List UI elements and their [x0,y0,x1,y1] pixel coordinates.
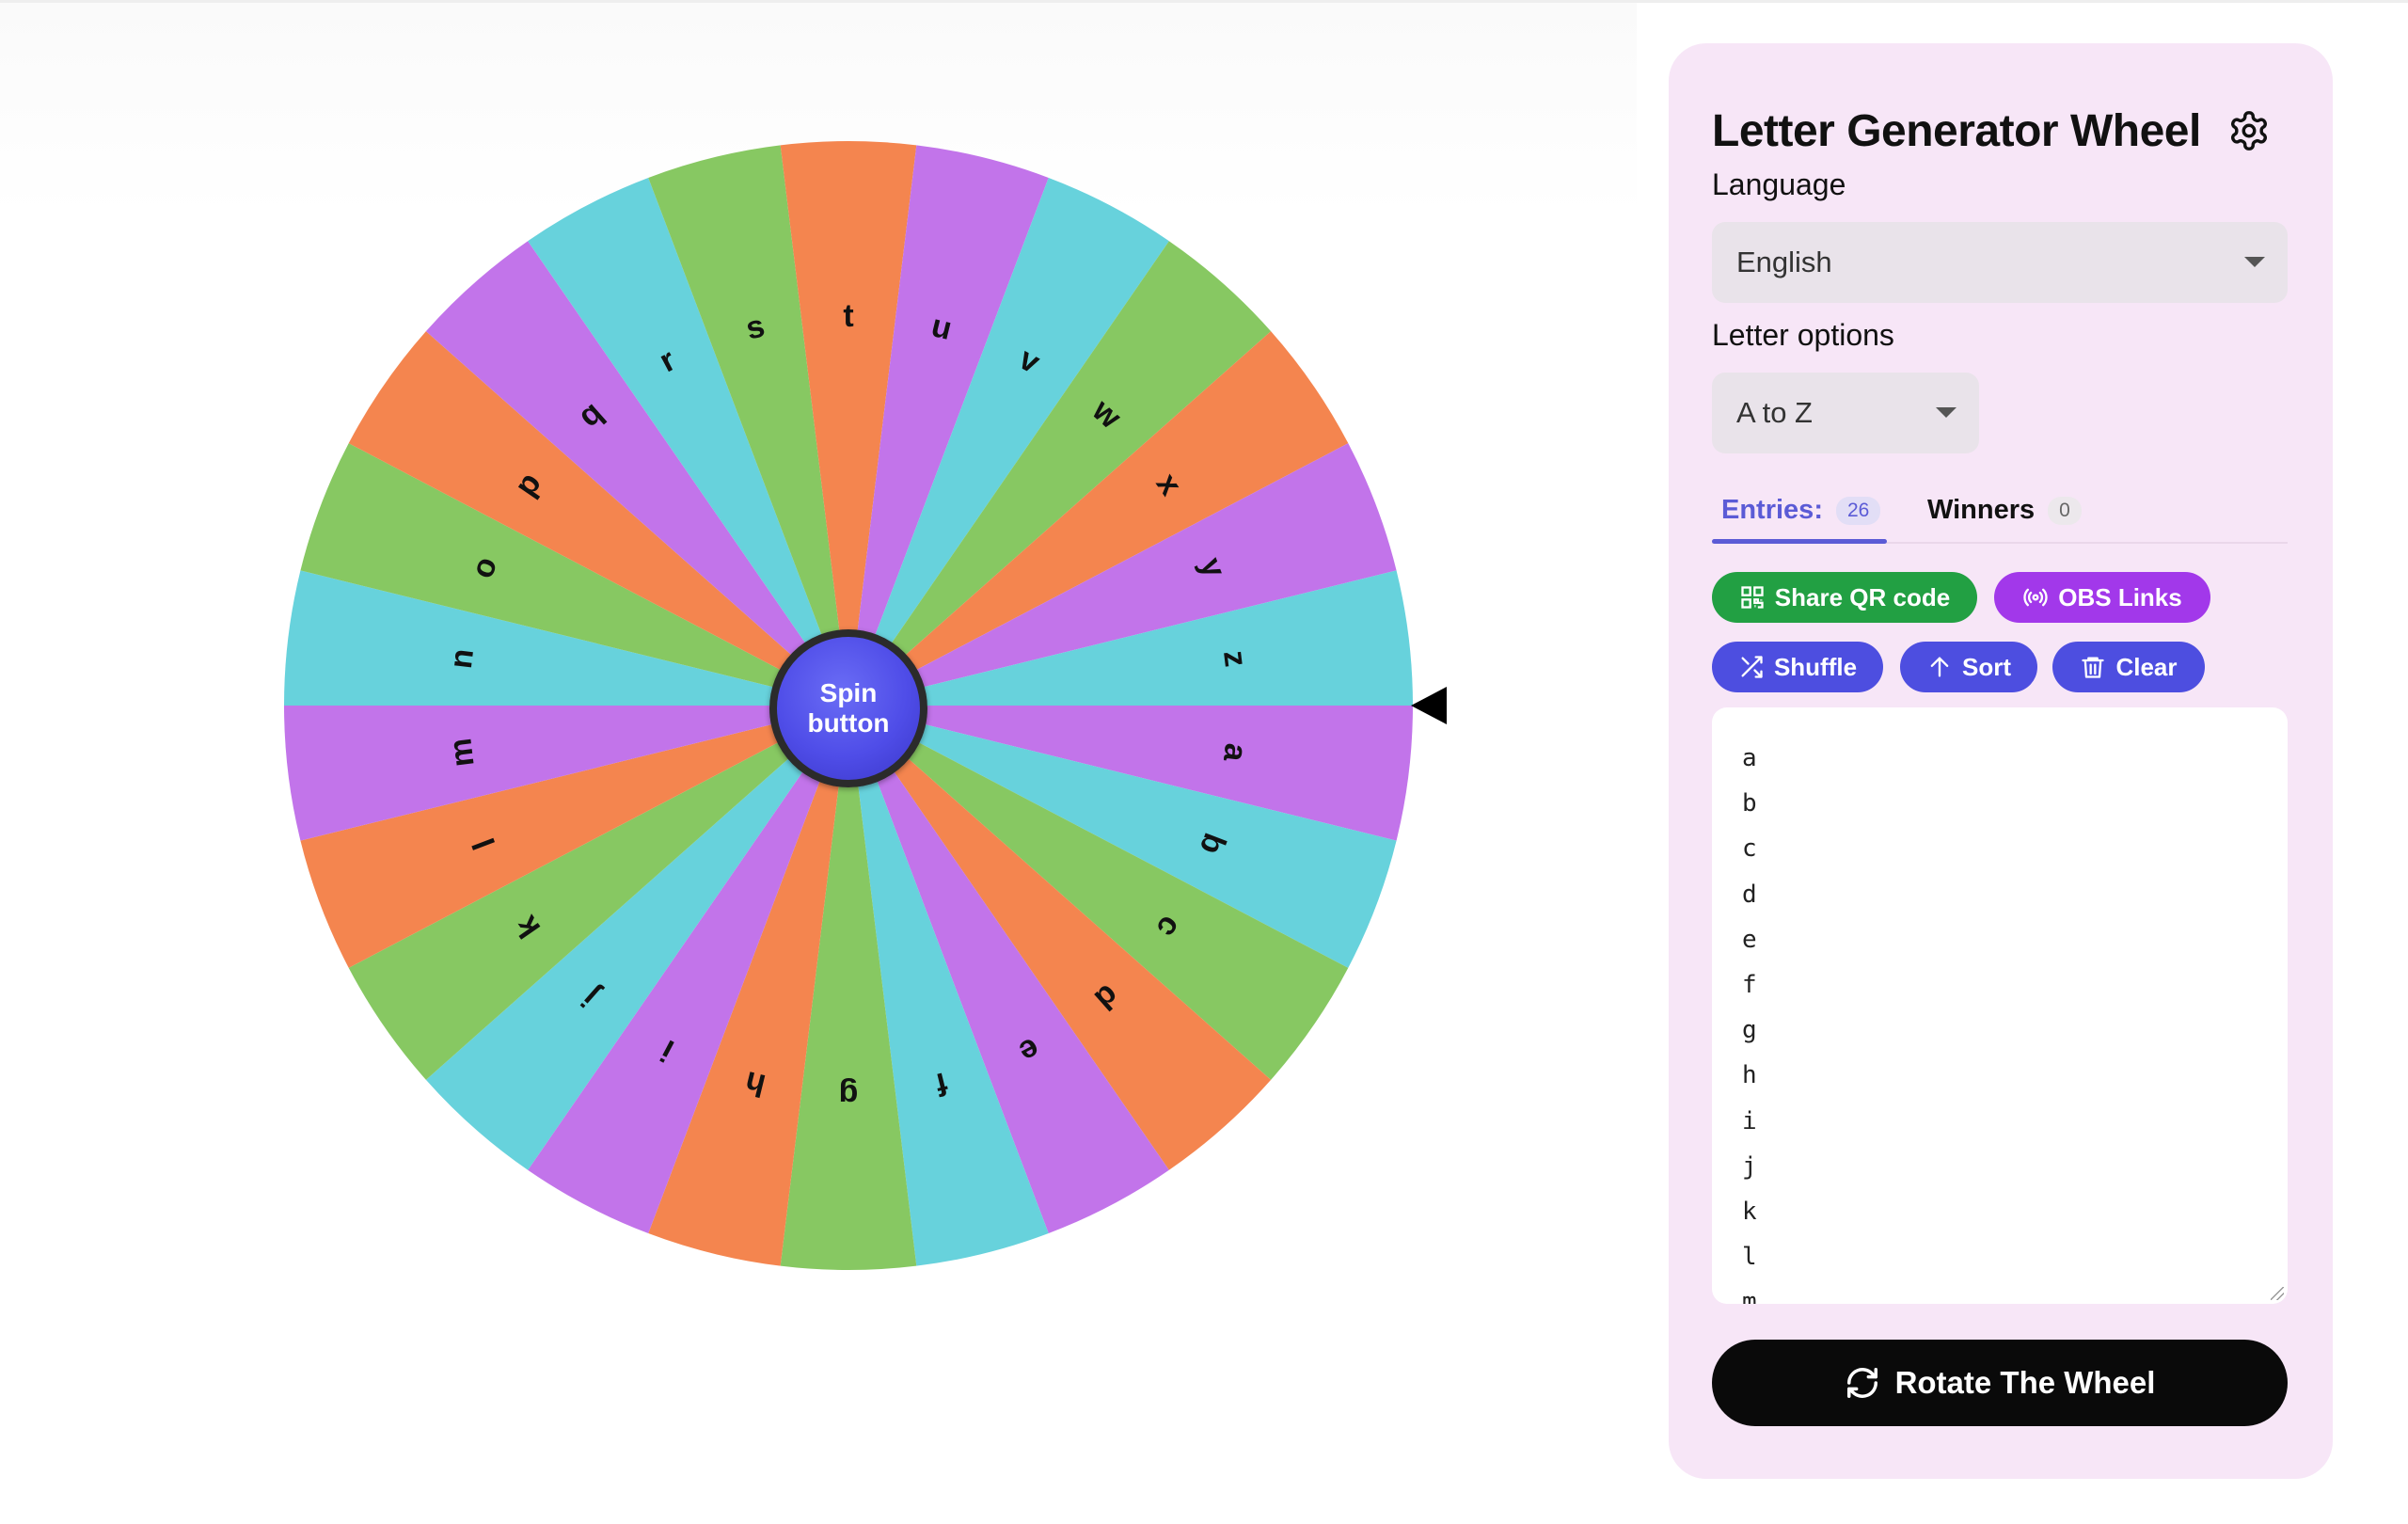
entries-count-badge: 26 [1835,496,1881,525]
share-qr-button[interactable]: Share QR code [1712,572,1977,623]
shuffle-label: Shuffle [1773,652,1858,681]
share-qr-label: Share QR code [1774,582,1951,611]
letter-options-select[interactable]: A to Z [1712,373,1979,453]
tab-entries[interactable]: Entries: 26 [1721,495,1881,526]
wheel-label-m: m [442,737,481,770]
page-title: Letter Generator Wheel [1712,106,2201,156]
broadcast-icon [2023,588,2048,607]
rotate-wheel-label: Rotate The Wheel [1894,1365,2156,1400]
entry-line: h [1742,1061,1757,1090]
chevron-down-icon [2244,257,2265,267]
wheel-label-g: g [839,1077,859,1113]
spin-button[interactable]: Spin button [769,629,927,787]
obs-links-button[interactable]: OBS Links [1994,572,2210,623]
entry-line: e [1742,925,1757,954]
letter-options-value: A to Z [1736,396,1813,429]
entry-line: l [1742,1243,1757,1272]
letter-options-label: Letter options [1712,318,1894,352]
chevron-down-icon [1936,407,1956,418]
tab-entries-label: Entries: [1721,495,1823,525]
entry-line: j [1742,1151,1757,1181]
shuffle-icon [1741,656,1763,678]
entry-line: g [1742,1016,1757,1045]
language-label: Language [1712,167,1846,201]
entries-textarea[interactable]: abcdefghijklm [1712,707,2288,1304]
wheel-pointer-icon [1411,687,1447,724]
arrow-up-icon [1930,657,1949,677]
wheel-area: abcdefghijklmnopqrstuvwxyz Spin button [0,3,1637,1524]
qr-code-icon [1741,586,1764,609]
shuffle-button[interactable]: Shuffle [1712,642,1883,692]
language-select[interactable]: English [1712,222,2288,303]
language-value: English [1736,246,1832,278]
entry-line: b [1742,789,1757,818]
control-panel: Letter Generator Wheel Language English … [1669,43,2333,1479]
wheel-label-t: t [843,298,853,334]
tab-winners-label: Winners [1927,495,2036,525]
entry-line: m [1742,1288,1757,1304]
trash-icon [2082,657,2105,678]
entry-line: f [1742,970,1757,999]
sort-label: Sort [1962,652,2011,681]
clear-label: Clear [2115,652,2178,681]
tab-winners[interactable]: Winners 0 [1927,495,2082,526]
active-tab-indicator [1712,539,1887,544]
obs-links-label: OBS Links [2058,582,2182,611]
entry-line: i [1742,1106,1757,1135]
clear-button[interactable]: Clear [2052,642,2205,692]
winners-count-badge: 0 [2048,496,2082,525]
entry-line: a [1742,744,1757,772]
sort-button[interactable]: Sort [1900,642,2037,692]
refresh-icon [1846,1368,1877,1398]
entry-line: k [1742,1197,1757,1226]
gear-icon[interactable] [2227,109,2271,152]
resize-handle-icon[interactable] [2271,1287,2284,1300]
entry-line: d [1742,880,1757,909]
rotate-wheel-button[interactable]: Rotate The Wheel [1712,1340,2288,1426]
entry-line: c [1742,834,1757,864]
